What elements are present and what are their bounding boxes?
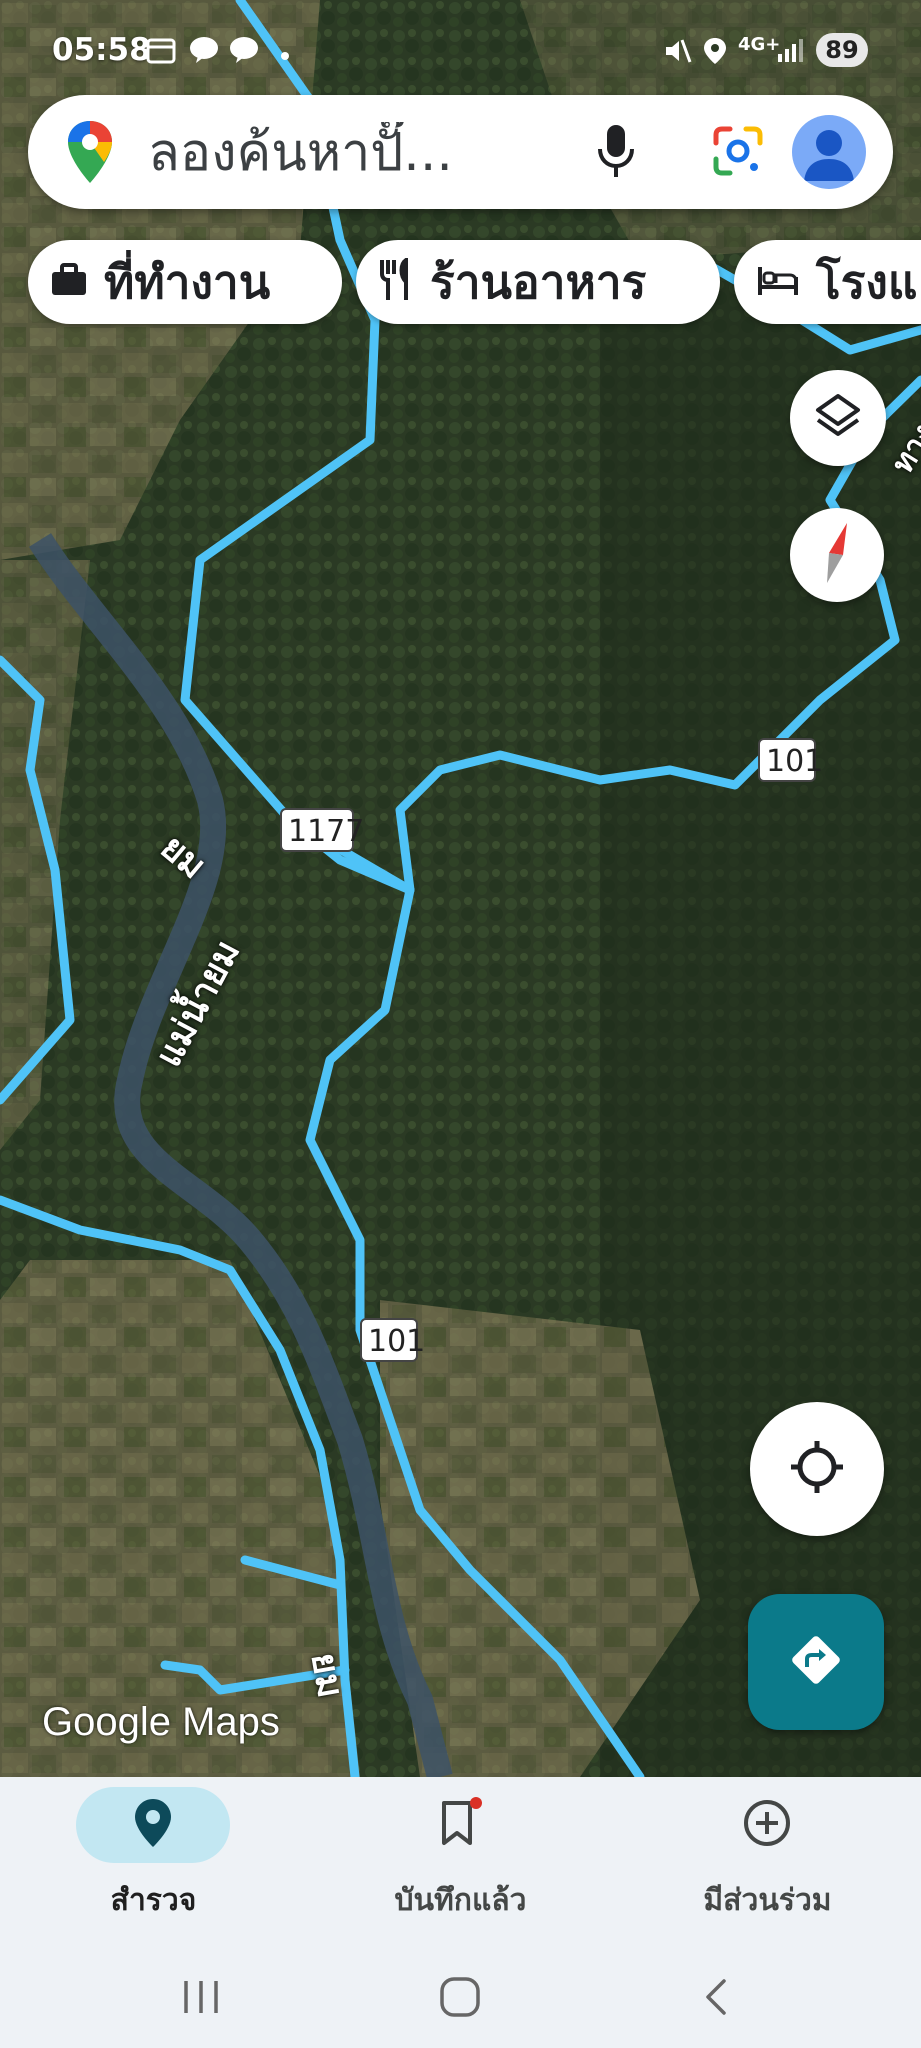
- directions-icon: [789, 1633, 843, 1691]
- signal-icon: [776, 36, 806, 68]
- nav-label: บันทึกแล้ว: [394, 1883, 527, 1918]
- compass-button[interactable]: [790, 508, 884, 602]
- nav-icon-container: [76, 1787, 230, 1863]
- bed-icon: [756, 263, 800, 301]
- chip-label: ที่ทำงาน: [104, 254, 271, 309]
- network-type-label: 4G+: [738, 34, 781, 55]
- account-avatar[interactable]: [792, 115, 866, 189]
- home-button[interactable]: [438, 1977, 482, 2021]
- add-circle-icon: [742, 1798, 792, 1852]
- status-time: 05:58: [52, 32, 151, 68]
- location-pin-icon: [133, 1797, 173, 1853]
- chip-restaurants[interactable]: ร้านอาหาร: [356, 240, 720, 324]
- chip-label: ร้านอาหาร: [430, 254, 647, 309]
- calendar-icon: [146, 36, 176, 68]
- route-shield: 1177: [280, 808, 364, 852]
- my-location-button[interactable]: [750, 1402, 884, 1536]
- google-lens-icon[interactable]: [712, 125, 764, 181]
- battery-indicator: 89: [816, 33, 868, 67]
- nav-icon-container: [383, 1787, 537, 1863]
- chip-work[interactable]: ที่ทำงาน: [28, 240, 342, 324]
- back-button[interactable]: [700, 1977, 730, 2021]
- briefcase-icon: [50, 263, 88, 301]
- search-input[interactable]: ลองค้นหาปั๊...: [148, 122, 548, 184]
- nav-label: สำรวจ: [110, 1883, 197, 1918]
- fork-knife-icon: [378, 256, 414, 306]
- google-maps-pin-icon: [66, 119, 114, 189]
- nav-item-saved[interactable]: บันทึกแล้ว: [307, 1777, 614, 1947]
- maps-app: ยม แม่น้ำยม ยม ทาง 1177 101 101 Google M…: [0, 0, 921, 2048]
- route-shield: 101: [360, 1318, 425, 1362]
- nav-label: มีส่วนร่วม: [703, 1883, 832, 1918]
- line-app-icon: [228, 36, 260, 68]
- route-shield: 101: [758, 738, 823, 782]
- bookmark-icon: [438, 1797, 482, 1853]
- status-bar: 05:58 4G+ 89: [0, 0, 921, 92]
- river-label: ยม: [302, 1649, 351, 1701]
- line-app-icon: [188, 36, 220, 68]
- layers-icon: [814, 392, 862, 444]
- bottom-navigation: สำรวจ บันทึกแล้ว มีส่วนร่วม: [0, 1777, 921, 1947]
- compass-icon: [817, 521, 857, 589]
- google-maps-watermark: Google Maps: [42, 1700, 280, 1744]
- nav-item-contribute[interactable]: มีส่วนร่วม: [614, 1777, 921, 1947]
- microphone-icon[interactable]: [596, 123, 636, 185]
- system-navigation-bar: [0, 1947, 921, 2048]
- mute-icon: [662, 36, 692, 70]
- notification-dot-icon: [280, 46, 290, 65]
- nav-item-explore[interactable]: สำรวจ: [0, 1777, 307, 1947]
- nav-icon-container: [690, 1787, 844, 1863]
- directions-button[interactable]: [748, 1594, 884, 1730]
- chip-label: โรงแ: [816, 254, 918, 309]
- location-icon: [702, 36, 728, 70]
- search-bar[interactable]: ลองค้นหาปั๊...: [28, 95, 893, 209]
- chip-hotels[interactable]: โรงแ: [734, 240, 921, 324]
- crosshair-icon: [789, 1439, 845, 1499]
- layers-button[interactable]: [790, 370, 886, 466]
- recent-apps-button[interactable]: [180, 1977, 222, 2021]
